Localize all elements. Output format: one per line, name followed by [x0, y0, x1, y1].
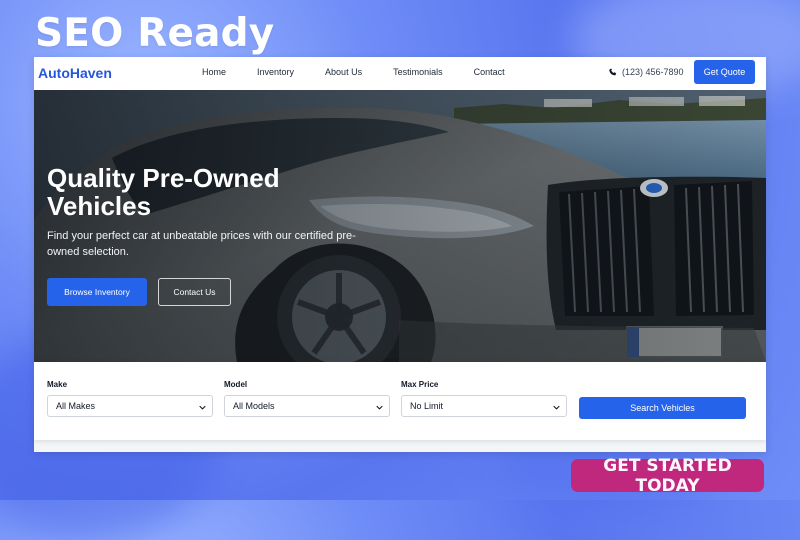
- hero-subtitle: Find your perfect car at unbeatable pric…: [47, 230, 356, 258]
- vehicle-search-section: Make All Makes Model All Models Max Pric…: [34, 362, 766, 452]
- nav-contact[interactable]: Contact: [474, 66, 505, 78]
- model-select[interactable]: All Models: [224, 395, 390, 417]
- get-started-today-button[interactable]: GET STARTED TODAY: [571, 456, 764, 496]
- website-preview: AutoHaven Home Inventory About Us Testim…: [34, 57, 766, 452]
- vehicle-search-card: Make All Makes Model All Models Max Pric…: [34, 362, 766, 440]
- hero-content: Quality Pre-Owned Vehicles Find your per…: [47, 164, 387, 260]
- seo-ready-title: SEO Ready: [35, 11, 275, 56]
- make-field: Make All Makes: [47, 380, 213, 417]
- site-logo[interactable]: AutoHaven: [38, 64, 112, 82]
- nav-testimonials[interactable]: Testimonials: [393, 66, 443, 78]
- hero-actions: Browse Inventory Contact Us: [47, 278, 231, 306]
- hero-heading: Quality Pre-Owned Vehicles: [47, 163, 280, 221]
- phone-number: (123) 456-7890: [622, 67, 684, 77]
- model-value: All Models: [233, 401, 275, 411]
- max-price-value: No Limit: [410, 401, 444, 411]
- hero-section: Quality Pre-Owned Vehicles Find your per…: [34, 90, 766, 362]
- max-price-select[interactable]: No Limit: [401, 395, 567, 417]
- model-field: Model All Models: [224, 380, 390, 417]
- nav-about-us[interactable]: About Us: [325, 66, 362, 78]
- max-price-label: Max Price: [401, 380, 439, 389]
- browse-inventory-button[interactable]: Browse Inventory: [47, 278, 147, 306]
- model-label: Model: [224, 380, 248, 389]
- max-price-field: Max Price No Limit: [401, 380, 567, 417]
- make-label: Make: [47, 380, 68, 389]
- get-quote-button[interactable]: Get Quote: [694, 60, 755, 84]
- phone-contact[interactable]: (123) 456-7890: [608, 66, 684, 78]
- phone-icon: [608, 67, 618, 77]
- main-navbar: AutoHaven Home Inventory About Us Testim…: [34, 57, 766, 90]
- chevron-down-icon: [376, 403, 383, 410]
- nav-home[interactable]: Home: [202, 66, 226, 78]
- contact-us-button[interactable]: Contact Us: [158, 278, 231, 306]
- nav-inventory[interactable]: Inventory: [257, 66, 294, 78]
- search-vehicles-button[interactable]: Search Vehicles: [579, 397, 746, 419]
- nav-links: Home Inventory About Us Testimonials Con…: [202, 66, 536, 78]
- chevron-down-icon: [199, 403, 206, 410]
- chevron-down-icon: [553, 403, 560, 410]
- make-select[interactable]: All Makes: [47, 395, 213, 417]
- make-value: All Makes: [56, 401, 96, 411]
